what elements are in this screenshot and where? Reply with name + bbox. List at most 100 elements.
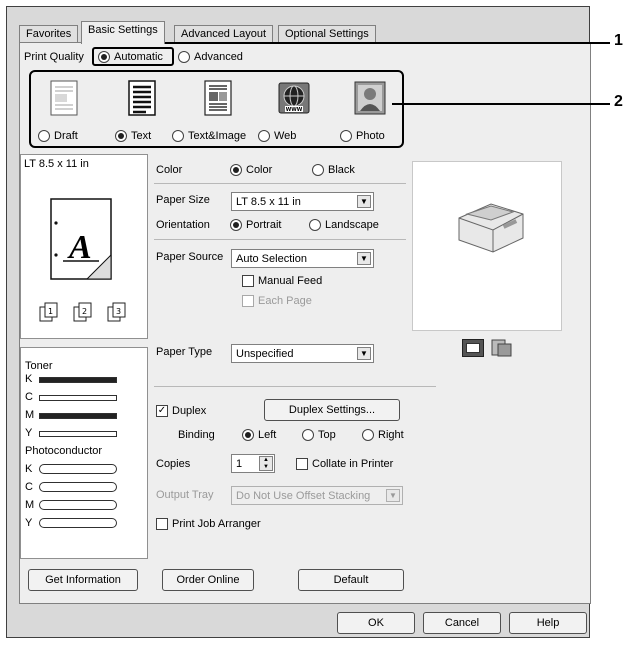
svg-text:WWW: WWW xyxy=(286,107,303,113)
toner-c-label: C xyxy=(25,391,33,403)
ok-button[interactable]: OK xyxy=(337,612,415,634)
landscape-radio[interactable] xyxy=(309,219,321,231)
callout-1-number: 1 xyxy=(614,32,623,49)
draft-label: Draft xyxy=(54,130,78,142)
photoconductor-m-bar xyxy=(39,500,117,510)
binding-right-label: Right xyxy=(378,429,404,441)
tab-advanced-layout[interactable]: Advanced Layout xyxy=(174,25,274,43)
toner-label: Toner xyxy=(25,360,53,372)
paper-type-value: Unspecified xyxy=(236,348,294,360)
output-tray-select: Do Not Use Offset Stacking ▼ xyxy=(231,486,403,505)
toner-k-bar xyxy=(39,377,117,383)
duplex-checkbox[interactable]: ✓ xyxy=(156,405,168,417)
chevron-down-icon: ▼ xyxy=(386,489,400,502)
binding-top-label: Top xyxy=(318,429,336,441)
spin-arrows-icon[interactable]: ▲ ▼ xyxy=(259,456,273,471)
toner-c-bar xyxy=(39,395,117,401)
paper-type-select[interactable]: Unspecified ▼ xyxy=(231,344,374,363)
page-stack-icon[interactable] xyxy=(490,338,514,358)
preview-letter: A xyxy=(69,229,92,266)
cancel-button[interactable]: Cancel xyxy=(423,612,501,634)
manual-feed-label: Manual Feed xyxy=(258,275,323,287)
color-label: Color xyxy=(156,164,183,176)
landscape-label: Landscape xyxy=(325,219,379,231)
draft-document-icon[interactable] xyxy=(46,79,82,117)
checkmark-icon: ✓ xyxy=(157,405,167,416)
order-online-button[interactable]: Order Online xyxy=(162,569,254,591)
page-preview-box: LT 8.5 x 11 in A 1 2 3 xyxy=(20,154,148,339)
callout-2-number: 2 xyxy=(614,93,623,110)
text-document-icon[interactable] xyxy=(124,79,160,117)
web-radio[interactable] xyxy=(258,130,270,142)
help-button[interactable]: Help xyxy=(509,612,587,634)
paper-source-value: Auto Selection xyxy=(236,253,307,265)
paper-size-label: Paper Size xyxy=(156,194,210,206)
paper-size-select[interactable]: LT 8.5 x 11 in ▼ xyxy=(231,192,374,211)
binding-left-radio[interactable] xyxy=(242,429,254,441)
tab-basic-settings[interactable]: Basic Settings xyxy=(81,21,165,44)
chevron-down-icon: ▼ xyxy=(357,252,371,265)
consumables-status-box: Toner K C M Y Photoconductor K C M Y xyxy=(20,347,148,559)
photoconductor-label: Photoconductor xyxy=(25,445,103,457)
draft-radio[interactable] xyxy=(38,130,50,142)
text-image-label: Text&Image xyxy=(188,130,247,142)
chevron-down-icon: ▼ xyxy=(357,347,371,360)
color-radio[interactable] xyxy=(230,164,242,176)
toner-m-label: M xyxy=(25,409,35,421)
duplex-settings-button[interactable]: Duplex Settings... xyxy=(264,399,400,421)
basic-settings-panel: Print Quality Automatic Advanced WWW Dra… xyxy=(19,42,591,604)
photoconductor-y-bar xyxy=(39,518,117,528)
tab-favorites[interactable]: Favorites xyxy=(19,25,79,43)
toner-m-bar xyxy=(39,413,117,419)
color-mode-icon[interactable] xyxy=(462,339,484,357)
photoconductor-m-label: M xyxy=(25,499,35,511)
portrait-radio[interactable] xyxy=(230,219,242,231)
photoconductor-c-bar xyxy=(39,482,117,492)
each-page-label: Each Page xyxy=(258,295,312,307)
text-image-radio[interactable] xyxy=(172,130,184,142)
paper-type-label: Paper Type xyxy=(156,346,213,358)
each-page-checkbox xyxy=(242,295,254,307)
svg-text:3: 3 xyxy=(116,307,121,316)
binding-left-label: Left xyxy=(258,429,277,441)
duplex-label: Duplex xyxy=(172,405,207,417)
photoconductor-c-label: C xyxy=(25,481,33,493)
binding-top-radio[interactable] xyxy=(302,429,314,441)
copies-stepper[interactable]: 1 ▲ ▼ xyxy=(231,454,275,473)
black-option-label: Black xyxy=(328,164,355,176)
default-button[interactable]: Default xyxy=(298,569,404,591)
printer-properties-dialog: Favorites Basic Settings Advanced Layout… xyxy=(6,6,591,638)
manual-feed-checkbox[interactable] xyxy=(242,275,254,287)
collate-label: Collate in Printer xyxy=(312,458,394,470)
copies-value: 1 xyxy=(236,458,243,470)
preview-paper-size: LT 8.5 x 11 in xyxy=(24,158,89,170)
svg-text:2: 2 xyxy=(82,307,87,316)
automatic-radio[interactable] xyxy=(98,51,110,63)
tab-optional-settings[interactable]: Optional Settings xyxy=(278,25,376,43)
photo-label: Photo xyxy=(356,130,385,142)
color-option-label: Color xyxy=(246,164,273,176)
binding-right-radio[interactable] xyxy=(362,429,374,441)
web-globe-icon[interactable]: WWW xyxy=(276,79,312,117)
automatic-label: Automatic xyxy=(114,51,163,63)
text-image-document-icon[interactable] xyxy=(200,79,236,117)
collate-checkbox[interactable] xyxy=(296,458,308,470)
get-information-button[interactable]: Get Information xyxy=(28,569,138,591)
paper-source-select[interactable]: Auto Selection ▼ xyxy=(231,249,374,268)
toner-y-label: Y xyxy=(25,427,33,439)
svg-text:1: 1 xyxy=(48,307,53,316)
photo-radio[interactable] xyxy=(340,130,352,142)
advanced-radio[interactable] xyxy=(178,51,190,63)
toner-y-bar xyxy=(39,431,117,437)
web-label: Web xyxy=(274,130,297,142)
paper-source-label: Paper Source xyxy=(156,251,224,263)
chevron-down-icon: ▼ xyxy=(357,195,371,208)
text-radio[interactable] xyxy=(115,130,127,142)
black-radio[interactable] xyxy=(312,164,324,176)
photo-portrait-icon[interactable] xyxy=(352,79,388,117)
photoconductor-k-label: K xyxy=(25,463,33,475)
print-job-arranger-checkbox[interactable] xyxy=(156,518,168,530)
binding-label: Binding xyxy=(178,429,215,441)
print-quality-label: Print Quality xyxy=(24,51,84,63)
advanced-label: Advanced xyxy=(194,51,243,63)
